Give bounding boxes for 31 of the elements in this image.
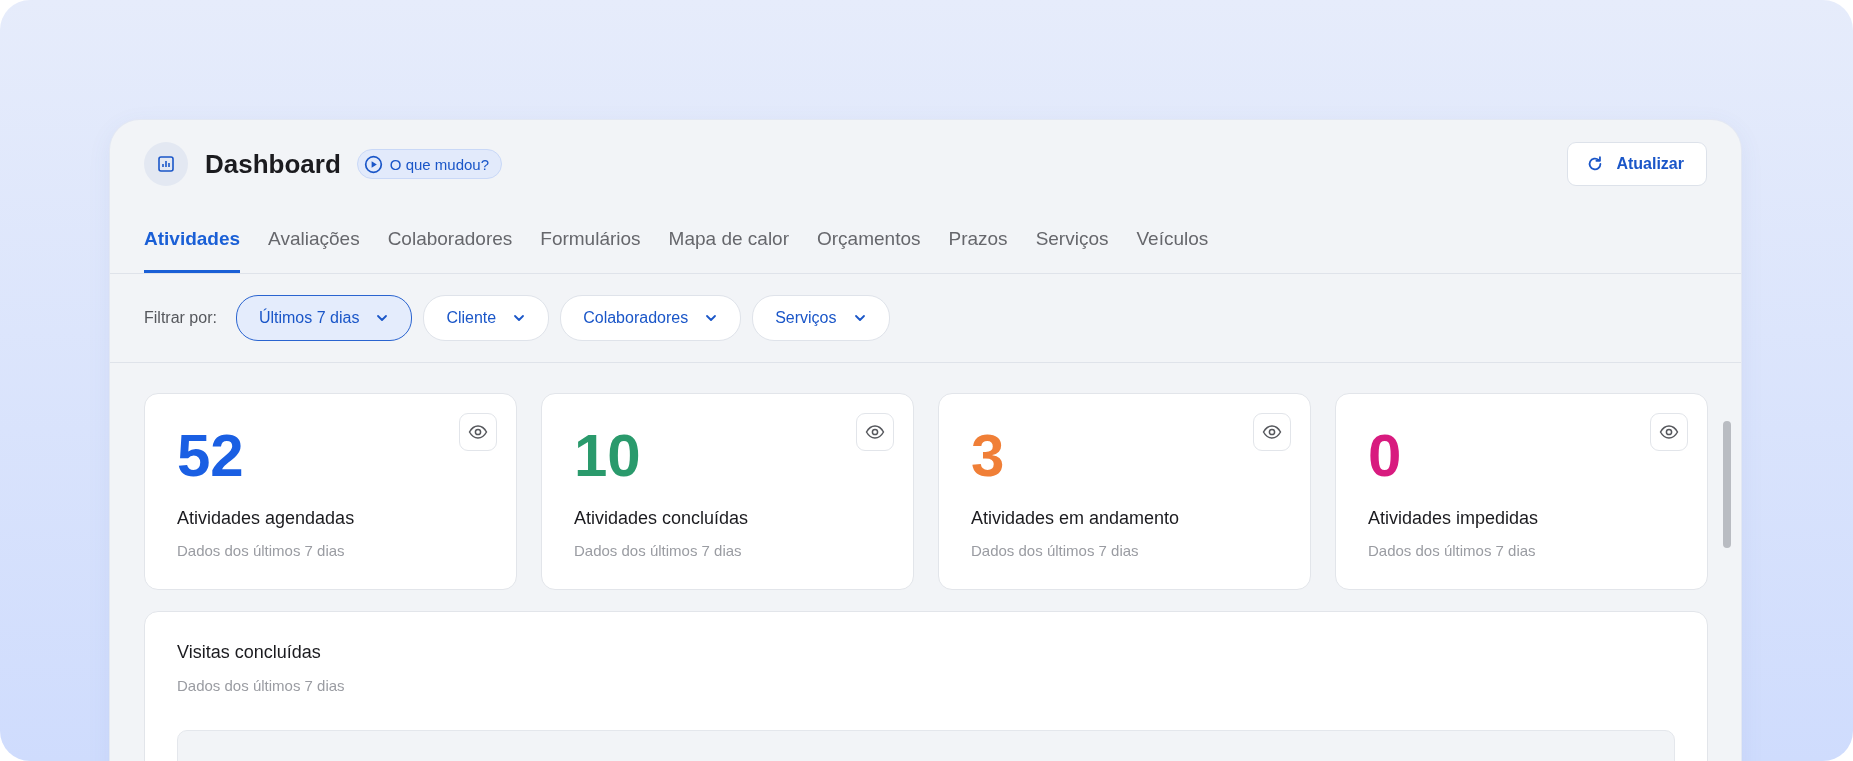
tab[interactable]: Serviços [1035,220,1109,273]
card-subtitle: Dados dos últimos 7 dias [177,677,346,694]
tab[interactable]: Avaliações [268,220,360,273]
filter-dropdown[interactable]: Serviços [752,295,890,341]
tab[interactable]: Atividades [144,220,241,273]
stat-value: 52 [177,426,244,486]
tab[interactable]: Orçamentos [817,220,921,273]
stat-label: Atividades agendadas [177,508,356,529]
filter-dropdown[interactable]: Últimos 7 dias [235,295,413,341]
card-title: Visitas concluídas [177,642,322,663]
whats-new-button[interactable]: O que mudou? [356,149,503,179]
stat-value: 0 [1368,426,1402,486]
stat-subtitle: Dados dos últimos 7 dias [1368,542,1537,559]
filter-dropdown[interactable]: Colaboradores [560,295,742,341]
tab[interactable]: Formulários [540,220,641,273]
stat-label: Atividades impedidas [1368,508,1540,529]
filter-dropdown[interactable]: Cliente [423,295,550,341]
tab[interactable]: Colaboradores [387,220,513,273]
stat-value: 3 [971,426,1005,486]
tab[interactable]: Prazos [948,220,1008,273]
filter-label: Filtrar por: [144,309,217,327]
stat-label: Atividades concluídas [574,508,750,529]
stat-value: 10 [574,426,641,486]
stat-label: Atividades em andamento [971,508,1181,529]
refresh-button[interactable]: Atualizar [1567,142,1707,186]
tab[interactable]: Veículos [1136,220,1209,273]
page-title: Dashboard [205,148,341,180]
tab[interactable]: Mapa de calor [668,220,789,273]
stat-subtitle: Dados dos últimos 7 dias [574,542,743,559]
stat-subtitle: Dados dos últimos 7 dias [971,542,1140,559]
stat-subtitle: Dados dos últimos 7 dias [177,542,346,559]
